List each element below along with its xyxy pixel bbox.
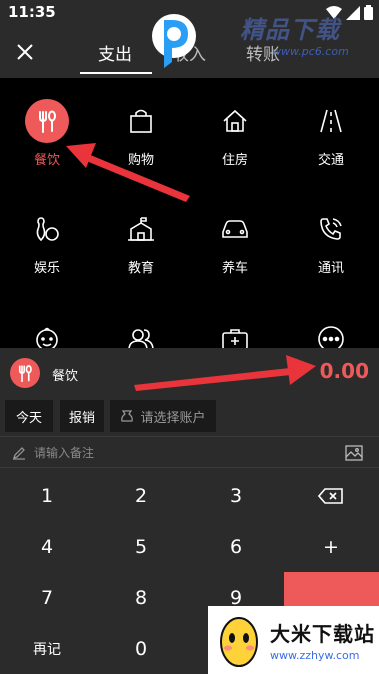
phone-icon (320, 218, 342, 240)
school-icon (128, 217, 154, 241)
tab-underline (80, 72, 152, 74)
key-1[interactable]: 1 (0, 470, 94, 521)
fork-spoon-icon (39, 110, 56, 133)
category-transport[interactable]: 交通 (284, 99, 378, 168)
wallet-icon (121, 410, 134, 422)
watermark-text: 精品下载 (240, 16, 340, 44)
category-entertainment[interactable]: 娱乐 (0, 207, 94, 276)
account-select-button[interactable]: 请选择账户 (110, 400, 216, 432)
watermark-badge: 大米下载站 www.zzhyw.com (208, 606, 379, 674)
category-car[interactable]: 养车 (188, 207, 282, 276)
pencil-icon (13, 447, 25, 460)
category-shopping[interactable]: 购物 (94, 99, 188, 168)
remark-row (0, 436, 379, 468)
reimburse-button[interactable]: 报销 (60, 400, 104, 432)
remark-input[interactable] (34, 442, 324, 464)
image-icon[interactable] (345, 445, 363, 461)
shopping-bag-icon (130, 109, 152, 133)
category-social[interactable] (94, 317, 188, 348)
category-grid: 餐饮 购物 住房 交通 娱乐 教育 养车 通讯 (0, 78, 379, 348)
category-label: 教育 (127, 261, 154, 276)
watermark-logo (152, 14, 196, 68)
amount-display: 0.00 (319, 359, 369, 383)
category-label: 住房 (221, 153, 248, 168)
people-icon (128, 329, 154, 348)
car-icon (222, 220, 248, 238)
battery-icon (364, 5, 373, 20)
status-time: 11:35 (8, 3, 56, 21)
key-4[interactable]: 4 (0, 521, 94, 572)
signal-icon (346, 5, 360, 20)
key-6[interactable]: 6 (189, 521, 283, 572)
key-5[interactable]: 5 (94, 521, 188, 572)
close-icon[interactable] (12, 39, 38, 65)
medical-kit-icon (222, 329, 248, 348)
key-8[interactable]: 8 (94, 572, 188, 623)
road-icon (320, 109, 342, 133)
save-and-continue-button[interactable]: 再记 (0, 623, 94, 674)
category-label: 通讯 (317, 261, 344, 276)
category-label: 交通 (317, 153, 344, 168)
watermark-url: www.pc6.com (272, 45, 349, 58)
selected-category-icon (10, 358, 40, 388)
options-row: 今天 报销 请选择账户 (0, 396, 379, 436)
selected-category-label: 餐饮 (52, 369, 79, 384)
key-plus[interactable]: + (284, 521, 378, 572)
more-icon (318, 326, 344, 348)
watermark-title: 大米下载站 (270, 622, 375, 646)
fork-spoon-icon (18, 365, 32, 382)
bowling-icon (36, 217, 59, 242)
key-7[interactable]: 7 (0, 572, 94, 623)
category-baby[interactable] (0, 317, 94, 348)
key-0[interactable]: 0 (94, 623, 188, 674)
date-button[interactable]: 今天 (5, 400, 53, 432)
watermark-url-bottom: www.zzhyw.com (270, 649, 360, 662)
tab-expense[interactable]: 支出 (98, 40, 132, 65)
baby-icon (36, 327, 58, 348)
category-label: 养车 (221, 261, 248, 276)
egg-mascot-icon (220, 617, 258, 667)
key-backspace[interactable] (284, 470, 378, 521)
category-education[interactable]: 教育 (94, 207, 188, 276)
amount-summary: 餐饮 0.00 (0, 348, 379, 396)
house-icon (223, 109, 247, 132)
category-more[interactable] (284, 317, 378, 348)
account-placeholder: 请选择账户 (140, 410, 206, 426)
category-communication[interactable]: 通讯 (284, 207, 378, 276)
backspace-icon (318, 487, 343, 504)
category-label: 娱乐 (33, 261, 60, 276)
key-3[interactable]: 3 (189, 470, 283, 521)
category-housing[interactable]: 住房 (188, 99, 282, 168)
category-dining[interactable]: 餐饮 (0, 99, 94, 168)
key-2[interactable]: 2 (94, 470, 188, 521)
category-label: 购物 (127, 153, 154, 168)
category-label: 餐饮 (33, 153, 60, 168)
category-medical[interactable] (188, 317, 282, 348)
